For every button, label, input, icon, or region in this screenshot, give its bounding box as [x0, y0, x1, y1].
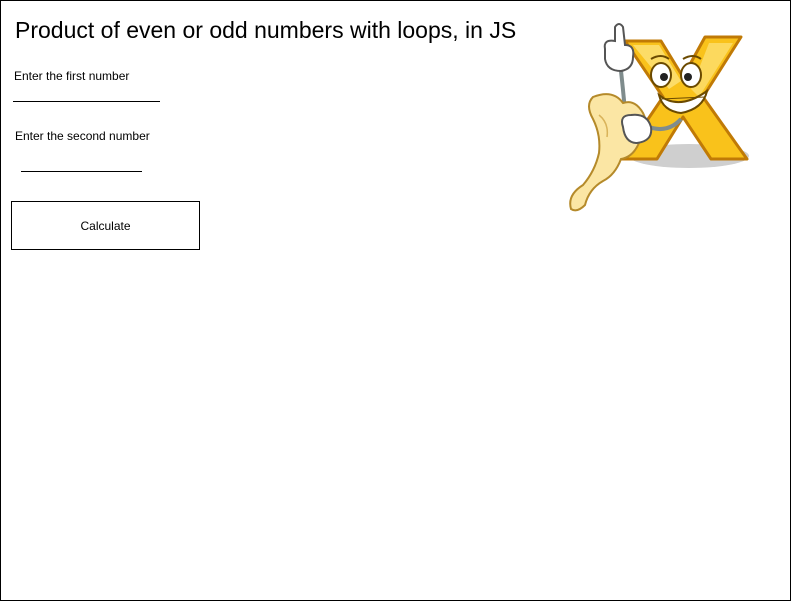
second-number-input[interactable]: [21, 155, 142, 172]
calculate-button[interactable]: Calculate: [11, 201, 200, 250]
first-number-label: Enter the first number: [14, 69, 130, 83]
x-letter-mascot-with-menu-icon: [569, 23, 749, 212]
first-number-input[interactable]: [13, 85, 160, 102]
app-window: Product of even or odd numbers with loop…: [0, 0, 791, 601]
second-number-label: Enter the second number: [15, 129, 150, 143]
page-title: Product of even or odd numbers with loop…: [15, 17, 517, 43]
